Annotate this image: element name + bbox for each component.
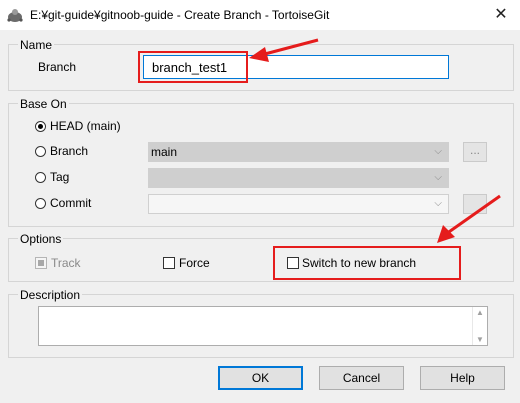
- radio-head[interactable]: [35, 121, 46, 132]
- red-arrow-annotation: [437, 194, 501, 243]
- branch-combo-value: main: [151, 145, 178, 159]
- radio-commit-label: Commit: [50, 196, 92, 210]
- radio-branch[interactable]: [35, 146, 46, 157]
- chevron-down-icon: ⌵: [434, 172, 442, 183]
- radio-branch-label: Branch: [50, 144, 89, 158]
- help-button[interactable]: Help: [420, 366, 505, 390]
- window-title: E:¥git-guide¥gitnoob-guide - Create Bran…: [30, 8, 330, 22]
- branch-combo[interactable]: main ⌵: [148, 142, 449, 162]
- tortoise-icon: [7, 9, 23, 22]
- highlight-box-branch: [138, 51, 248, 83]
- cancel-button[interactable]: Cancel: [319, 366, 404, 390]
- radio-head-label: HEAD (main): [50, 119, 121, 133]
- radio-tag-label: Tag: [50, 170, 70, 184]
- tag-combo[interactable]: ⌵: [148, 168, 449, 188]
- close-icon: ✕: [494, 6, 508, 23]
- highlight-box-switch: [273, 246, 461, 280]
- options-label: Options: [18, 232, 64, 246]
- radio-commit[interactable]: [35, 198, 46, 209]
- radio-tag[interactable]: [35, 172, 46, 183]
- name-group-label: Name: [18, 38, 55, 52]
- commit-combo[interactable]: ⌵: [148, 194, 449, 214]
- red-arrow-annotation: [249, 38, 319, 62]
- track-label: Track: [51, 256, 81, 270]
- track-checkbox[interactable]: [35, 257, 47, 269]
- branch-browse-button[interactable]: ...: [463, 142, 487, 162]
- scroll-up-icon: ▲: [476, 308, 484, 317]
- force-checkbox[interactable]: [163, 257, 175, 269]
- branch-name-label: Branch: [38, 60, 77, 74]
- force-label: Force: [179, 256, 210, 270]
- ok-button[interactable]: OK: [218, 366, 303, 390]
- description-scrollbar[interactable]: ▲ ▼: [472, 307, 487, 345]
- close-button[interactable]: ✕: [488, 4, 514, 26]
- chevron-down-icon: ⌵: [434, 146, 442, 157]
- description-textarea[interactable]: ▲ ▼: [38, 306, 488, 346]
- description-label: Description: [18, 288, 83, 302]
- base-on-label: Base On: [18, 97, 69, 111]
- scroll-down-icon: ▼: [476, 335, 484, 344]
